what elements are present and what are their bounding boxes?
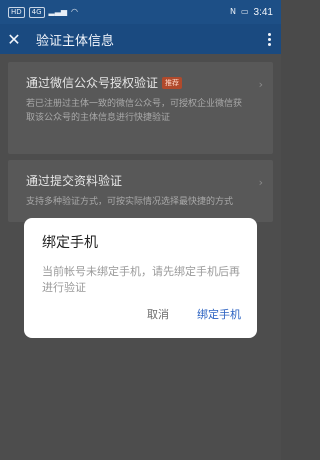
close-icon[interactable]: ✕ [0, 24, 28, 54]
status-left: HD 4G ▂▃▅ ◠ [8, 6, 78, 18]
dialog-message: 当前帐号未绑定手机，请先绑定手机后再进行验证 [42, 265, 240, 294]
hd-indicator: HD [8, 6, 25, 18]
card-title: 通过微信公众号授权验证 推荐 [26, 74, 255, 91]
option-card-submit-materials[interactable]: 通过提交资料验证 支持多种验证方式，可按实际情况选择最快捷的方式 › [8, 160, 273, 222]
network-type-indicator: 4G [28, 6, 45, 18]
chevron-right-icon: › [258, 78, 263, 91]
nfc-icon: N [229, 7, 236, 16]
recommended-badge: 推荐 [162, 76, 183, 89]
bind-phone-button[interactable]: 绑定手机 [197, 304, 241, 324]
chevron-right-icon: › [258, 176, 263, 189]
card-description: 支持多种验证方式，可按实际情况选择最快捷的方式 [26, 197, 234, 207]
more-options-icon[interactable] [257, 24, 281, 54]
card-title: 通过提交资料验证 [26, 172, 255, 189]
status-right: N ▭ 3:41 [230, 7, 273, 18]
cancel-button[interactable]: 取消 [147, 304, 169, 324]
dialog-title: 绑定手机 [42, 235, 98, 251]
more-dot [267, 42, 271, 46]
status-time: 3:41 [253, 6, 273, 18]
card-description: 若已注册过主体一致的微信公众号，可授权企业微信获取该公众号的主体信息进行快捷验证 [26, 99, 243, 123]
status-bar: HD 4G ▂▃▅ ◠ N ▭ 3:41 [0, 0, 281, 24]
battery-icon: ▭ [240, 7, 249, 16]
card-title-text: 通过提交资料验证 [26, 174, 123, 188]
title-bar: ✕ 验证主体信息 [0, 24, 281, 54]
more-dot [267, 37, 271, 41]
more-dot [267, 32, 271, 36]
bind-phone-dialog: 绑定手机 当前帐号未绑定手机，请先绑定手机后再进行验证 取消 绑定手机 [24, 218, 257, 338]
wifi-icon: ◠ [71, 7, 78, 16]
signal-icon: ▂▃▅ [48, 7, 68, 16]
page-title: 验证主体信息 [36, 33, 115, 49]
card-title-text: 通过微信公众号授权验证 [26, 76, 159, 90]
option-card-wechat-auth[interactable]: 通过微信公众号授权验证 推荐 若已注册过主体一致的微信公众号，可授权企业微信获取… [8, 62, 273, 154]
dialog-actions: 取消 绑定手机 [147, 304, 241, 324]
